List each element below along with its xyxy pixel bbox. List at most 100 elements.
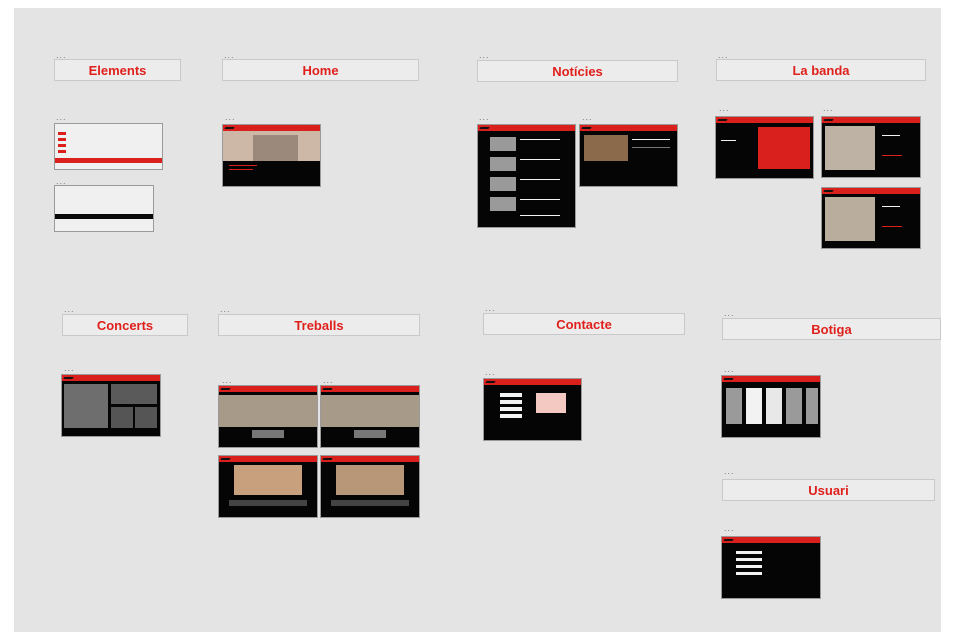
frame-menu-dots[interactable]: ... (485, 368, 496, 377)
album-cover-strip (219, 395, 317, 427)
text-line (721, 140, 736, 141)
frame-menu-dots[interactable]: ... (479, 51, 490, 60)
text-line (229, 165, 257, 166)
section-label-la-banda: La banda (716, 59, 926, 81)
frame-menu-dots[interactable]: ... (222, 376, 233, 385)
text-line (882, 226, 902, 227)
frame-botiga[interactable] (722, 376, 820, 437)
frame-concerts[interactable] (62, 375, 160, 436)
navbar (722, 537, 820, 543)
tracklist (229, 500, 307, 506)
members-grid (758, 127, 810, 169)
frame-elements-footer[interactable] (55, 186, 153, 231)
album-cover (234, 465, 302, 495)
text-line (882, 155, 902, 156)
frame-treballs-3[interactable] (219, 456, 317, 517)
frame-menu-dots[interactable]: ... (582, 113, 593, 122)
product-card (766, 388, 782, 424)
frame-noticies-list[interactable] (478, 125, 575, 227)
navbar (219, 456, 317, 462)
member-photo (825, 126, 875, 170)
album-title (252, 430, 284, 438)
navbar (321, 386, 419, 392)
navbar-sample (55, 158, 162, 163)
section-label-concerts: Concerts (62, 314, 188, 336)
frame-menu-dots[interactable]: ... (56, 177, 67, 186)
tracklist (331, 500, 409, 506)
frame-noticies-detail[interactable] (580, 125, 677, 186)
concert-image (135, 407, 157, 428)
frame-menu-dots[interactable]: ... (64, 364, 75, 373)
text-line (229, 169, 253, 170)
product-card (786, 388, 802, 424)
news-image (490, 197, 516, 211)
section-label-usuari: Usuari (722, 479, 935, 501)
product-card (806, 388, 818, 424)
button-sample (58, 132, 66, 135)
form-field (736, 572, 762, 575)
text-line (520, 215, 560, 216)
button-sample (58, 144, 66, 147)
concert-image (111, 407, 133, 428)
text-line (520, 159, 560, 160)
frame-menu-dots[interactable]: ... (724, 309, 735, 318)
frame-menu-dots[interactable]: ... (719, 104, 730, 113)
frame-member-2[interactable] (822, 188, 920, 248)
member-photo (825, 197, 875, 241)
frame-menu-dots[interactable]: ... (724, 467, 735, 476)
text-line (882, 206, 900, 207)
concert-image (111, 384, 157, 404)
frame-menu-dots[interactable]: ... (724, 524, 735, 533)
product-card (726, 388, 742, 424)
section-label-treballs: Treballs (218, 314, 420, 336)
frame-menu-dots[interactable]: ... (224, 51, 235, 60)
frame-menu-dots[interactable]: ... (56, 113, 67, 122)
section-label-noticies: Notícies (477, 60, 678, 82)
frame-menu-dots[interactable]: ... (479, 113, 490, 122)
frame-member-1[interactable] (822, 117, 920, 177)
form-field (736, 551, 762, 554)
frame-menu-dots[interactable]: ... (323, 376, 334, 385)
text-line (520, 139, 560, 140)
form-field (736, 565, 762, 568)
frame-contacte[interactable] (484, 379, 581, 440)
navbar (822, 188, 920, 194)
frame-home[interactable] (223, 125, 320, 186)
design-canvas[interactable]: ... Elements ... Home ... Notícies ... L… (14, 8, 941, 632)
product-card (746, 388, 762, 424)
text-line (632, 147, 670, 148)
frame-elements-components[interactable] (55, 124, 162, 169)
frame-treballs-2[interactable] (321, 386, 419, 447)
album-cover (336, 465, 404, 495)
frame-menu-dots[interactable]: ... (225, 113, 236, 122)
form-field (500, 414, 522, 418)
frame-menu-dots[interactable]: ... (56, 51, 67, 60)
frame-usuari[interactable] (722, 537, 820, 598)
form-field (500, 393, 522, 397)
frame-menu-dots[interactable]: ... (724, 365, 735, 374)
navbar (321, 456, 419, 462)
section-label-home: Home (222, 59, 419, 81)
frame-treballs-1[interactable] (219, 386, 317, 447)
footer-sample (55, 214, 153, 219)
form-field (500, 400, 522, 404)
section-label-botiga: Botiga (722, 318, 941, 340)
text-line (520, 199, 560, 200)
form-field (500, 407, 522, 411)
navbar (716, 117, 813, 123)
frame-menu-dots[interactable]: ... (718, 51, 729, 60)
text-line (882, 135, 900, 136)
button-sample (58, 138, 66, 141)
album-cover-strip (321, 395, 419, 427)
navbar (62, 375, 160, 381)
navbar (722, 376, 820, 382)
frame-menu-dots[interactable]: ... (220, 305, 231, 314)
frame-menu-dots[interactable]: ... (823, 104, 834, 113)
frame-menu-dots[interactable]: ... (64, 305, 75, 314)
button-sample (58, 150, 66, 153)
frame-la-banda[interactable] (716, 117, 813, 178)
frame-menu-dots[interactable]: ... (485, 304, 496, 313)
message-box (536, 393, 566, 413)
frame-treballs-4[interactable] (321, 456, 419, 517)
navbar (822, 117, 920, 123)
